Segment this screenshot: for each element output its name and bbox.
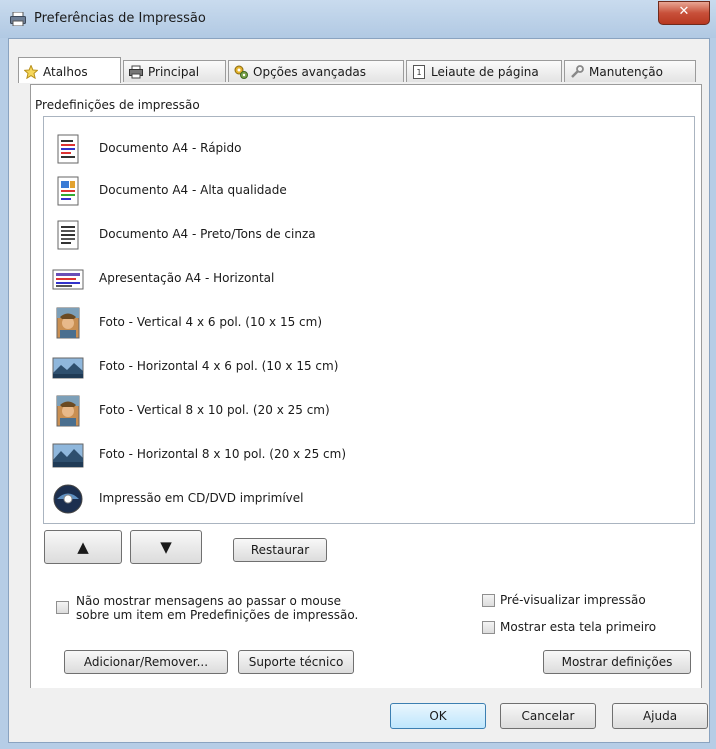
hide-tips-line1: Não mostrar mensagens ao passar o mouse [76,594,341,608]
item-label: Foto - Vertical 8 x 10 pol. (20 x 25 cm) [99,403,330,417]
photo-portrait-icon [56,395,80,427]
star-icon [24,65,38,79]
photo-portrait-icon [56,307,80,339]
hide-tips-checkbox[interactable] [56,601,69,614]
item-label: Documento A4 - Preto/Tons de cinza [99,227,316,241]
cd-dvd-icon [53,484,83,514]
wrench-icon [571,65,584,78]
page-layout-icon: 1 [413,65,425,79]
add-remove-button[interactable]: Adicionar/Remover... [64,650,228,674]
move-up-button[interactable]: ▲ [44,530,122,564]
presets-label: Predefinições de impressão [35,98,200,112]
help-button[interactable]: Ajuda [612,703,708,729]
tab-label: Manutenção [589,65,663,79]
document-quality-icon [57,176,79,206]
item-label: Apresentação A4 - Horizontal [99,271,275,285]
print-preferences-window: Preferências de Impressão ✕ Atalhos Prin… [0,0,716,749]
item-label: Foto - Horizontal 4 x 6 pol. (10 x 15 cm… [99,359,339,373]
restore-button[interactable]: Restaurar [233,538,327,562]
ok-button[interactable]: OK [390,703,486,729]
document-fast-icon [57,134,79,164]
tab-label: Atalhos [43,65,88,79]
tab-label: Leiaute de página [431,65,539,79]
title-bar[interactable]: Preferências de Impressão ✕ [0,0,716,38]
tab-opcoes-avancadas[interactable]: Opções avançadas [228,60,404,82]
cancel-button[interactable]: Cancelar [500,703,596,729]
dialog-button-bar [9,688,707,740]
photo-landscape-icon [52,357,84,379]
item-label: Foto - Vertical 4 x 6 pol. (10 x 15 cm) [99,315,323,329]
tab-manutencao[interactable]: Manutenção [564,60,696,82]
presets-list[interactable]: Documento A4 - Rápido Documento A4 - Alt… [43,116,695,524]
close-button[interactable]: ✕ [658,1,710,25]
tab-label: Opções avançadas [253,65,367,79]
tab-label: Principal [148,65,200,79]
tab-principal[interactable]: Principal [123,60,226,82]
tab-atalhos[interactable]: Atalhos [18,57,121,83]
item-label: Foto - Horizontal 8 x 10 pol. (20 x 25 c… [99,447,347,461]
window-title: Preferências de Impressão [34,11,206,26]
tab-leiaute-de-pagina[interactable]: 1 Leiaute de página [406,60,562,82]
preview-label: Pré-visualizar impressão [500,593,646,607]
gears-icon [234,65,248,79]
hide-tips-line2: sobre um item em Predefinições de impres… [76,608,359,622]
printer-icon [10,12,26,26]
show-first-checkbox[interactable] [482,621,495,634]
preview-checkbox[interactable] [482,594,495,607]
show-settings-button[interactable]: Mostrar definições [543,650,691,674]
item-label: Documento A4 - Rápido [99,141,242,155]
item-label: Impressão em CD/DVD imprimível [99,491,304,505]
photo-landscape-icon [52,443,84,468]
show-first-label: Mostrar esta tela primeiro [500,620,657,634]
move-down-button[interactable]: ▼ [130,530,202,564]
presentation-landscape-icon [52,269,84,290]
tech-support-button[interactable]: Suporte técnico [238,650,354,674]
printer-icon [129,65,143,79]
document-grayscale-icon [57,220,79,250]
item-label: Documento A4 - Alta qualidade [99,183,287,197]
hide-tips-label: Não mostrar mensagens ao passar o mouse … [76,594,358,622]
svg-text:1: 1 [417,68,422,77]
